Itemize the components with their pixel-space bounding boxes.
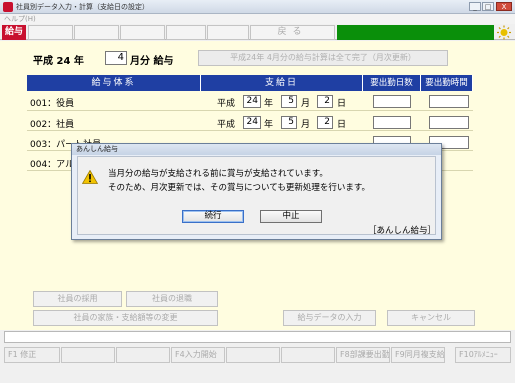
row-era: 平成 <box>217 99 236 109</box>
month-field[interactable]: 5 <box>281 95 297 108</box>
family-change-button[interactable]: 社員の家族・支給額等の変更 <box>33 310 218 326</box>
hire-employee-button[interactable]: 社員の採用 <box>33 291 122 307</box>
hours-field[interactable] <box>429 116 469 129</box>
payroll-input-button[interactable]: 給与データの入力 <box>283 310 376 326</box>
abort-button[interactable]: 中止 <box>260 210 322 223</box>
toolbar-slot-5[interactable] <box>207 25 249 40</box>
day-label: 日 <box>337 99 347 109</box>
row-era: 平成 <box>217 120 236 130</box>
year-field[interactable]: 24 <box>243 95 261 108</box>
fkey-f10[interactable]: F10ｱﾙﾒﾆｭｰ <box>455 347 511 363</box>
cancel-button[interactable]: キャンセル <box>387 310 475 326</box>
period-year-unit: 年 <box>73 56 84 67</box>
day-label: 日 <box>337 120 347 130</box>
status-line <box>4 331 511 343</box>
module-badge: 給与 <box>2 25 26 40</box>
back-button[interactable]: 戻る <box>250 25 335 40</box>
period-era: 平成 <box>33 56 53 67</box>
status-indicator <box>337 25 494 40</box>
period-year-value: 24 <box>56 56 71 67</box>
year-field[interactable]: 24 <box>243 116 261 129</box>
toolbar-slot-3[interactable] <box>120 25 165 40</box>
continue-button[interactable]: 続行 <box>182 210 244 223</box>
header-payday: 支給日 <box>201 75 363 91</box>
header-system: 給与体系 <box>27 75 201 91</box>
fkey-f6[interactable] <box>281 347 335 363</box>
dialog-message-line1: 当月分の給与が支給される前に賞与が支給されています。 <box>108 169 328 179</box>
fkey-f1[interactable]: F1 修正 <box>4 347 60 363</box>
days-field[interactable] <box>373 95 411 108</box>
toolbar-slot-4[interactable] <box>166 25 206 40</box>
fkey-f2[interactable] <box>61 347 115 363</box>
fkey-f4[interactable]: F4入力開始 <box>171 347 225 363</box>
year-label: 年 <box>264 120 274 130</box>
close-button[interactable]: X <box>496 2 512 11</box>
month-field[interactable]: 5 <box>281 116 297 129</box>
year-label: 年 <box>264 99 274 109</box>
fkey-f8[interactable]: F8部課要出勤 <box>336 347 390 363</box>
day-field[interactable]: 2 <box>317 95 333 108</box>
period-status-button[interactable]: 平成24年 4月分の給与計算は全て完了（月次更新） <box>198 50 448 66</box>
fkey-f5[interactable] <box>226 347 280 363</box>
maximize-button[interactable]: □ <box>482 2 494 11</box>
fkey-f3[interactable] <box>116 347 170 363</box>
minimize-button[interactable]: _ <box>469 2 481 11</box>
header-hours: 要出勤時間 <box>421 75 473 91</box>
month-label: 月 <box>301 99 311 109</box>
menu-help[interactable]: ヘルプ(H) <box>4 14 36 24</box>
toolbar-slot-1[interactable] <box>28 25 73 40</box>
header-days: 要出勤日数 <box>363 75 421 91</box>
toolbar-slot-2[interactable] <box>74 25 119 40</box>
hours-field[interactable] <box>429 95 469 108</box>
window-title: 社員別データ入力・計算（支給日の設定） <box>16 3 149 11</box>
dialog-brand: ［あんしん給与］ <box>368 226 437 236</box>
app-icon <box>3 2 13 12</box>
period-month-field[interactable]: 4 <box>105 51 127 65</box>
fkey-f9[interactable]: F9同月複支給 <box>391 347 445 363</box>
sun-icon <box>496 25 512 40</box>
days-field[interactable] <box>373 116 411 129</box>
day-field[interactable]: 2 <box>317 116 333 129</box>
row-name: 004：アル <box>30 160 75 170</box>
period-year: 平成 24 年 <box>33 52 84 67</box>
row-name: 002：社員 <box>30 120 75 130</box>
retire-employee-button[interactable]: 社員の退職 <box>126 291 218 307</box>
row-name: 001：役員 <box>30 99 75 109</box>
dialog-title: あんしん給与 <box>72 144 441 155</box>
warning-icon <box>81 169 99 184</box>
period-month-label: 月分 給与 <box>130 56 174 67</box>
dialog-message-line2: そのため、月次更新では、その賞与についても更新処理を行います。 <box>108 183 370 193</box>
menu-bar: ヘルプ(H) <box>0 14 515 24</box>
month-label: 月 <box>301 120 311 130</box>
